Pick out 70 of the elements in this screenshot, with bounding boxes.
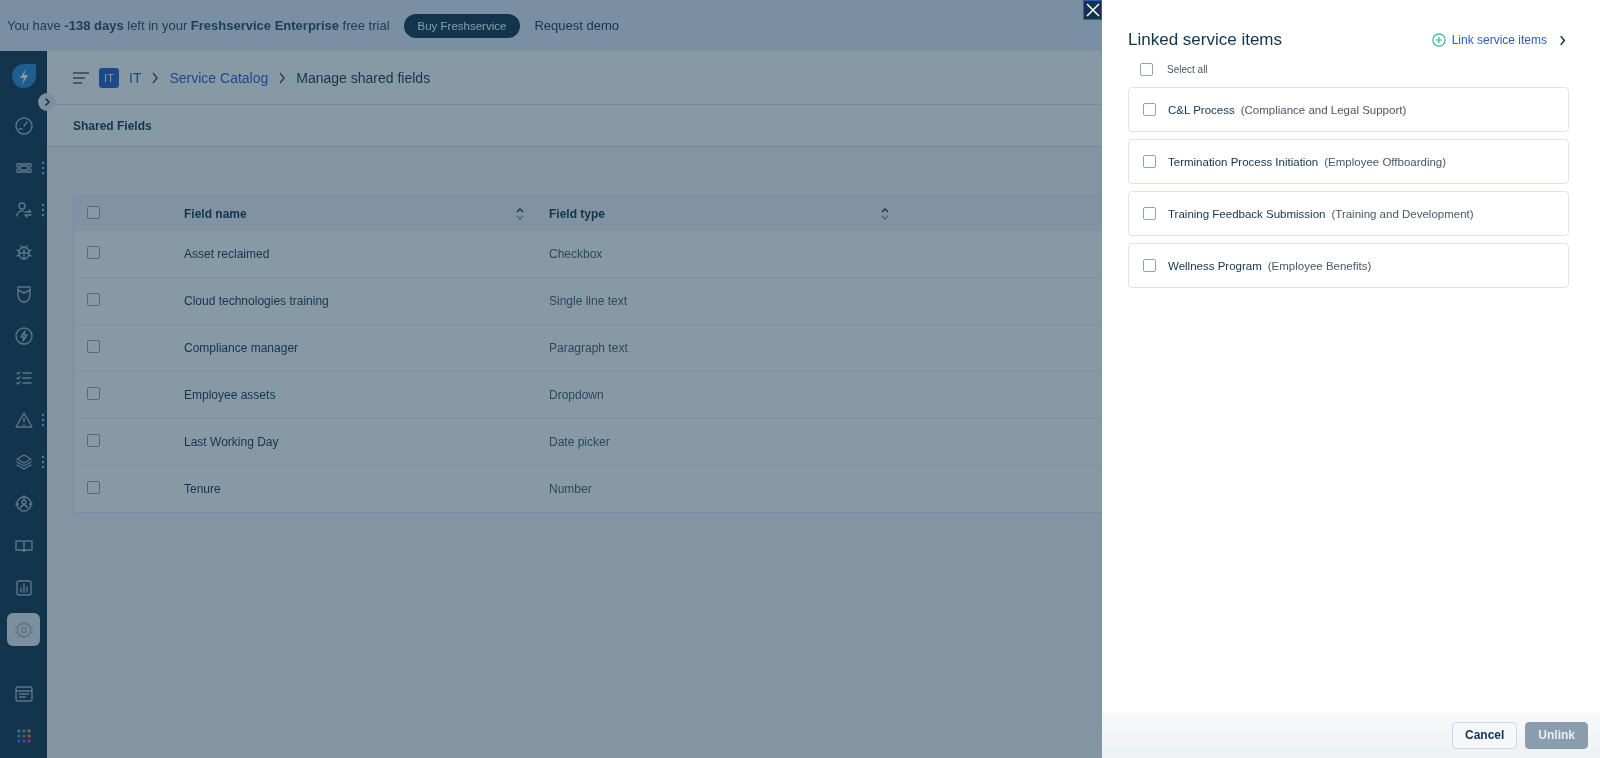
more-icon[interactable] <box>41 413 45 427</box>
service-item-category: (Employee Offboarding) <box>1324 155 1447 168</box>
expand-icon[interactable] <box>38 93 56 111</box>
nav-item[interactable] <box>7 613 40 646</box>
service-item-card[interactable]: Wellness Program (Employee Benefits) <box>1128 243 1569 288</box>
table-cell: Tenure <box>184 482 221 496</box>
bolt-icon <box>13 325 34 346</box>
apps-grid-icon[interactable] <box>15 728 32 744</box>
checkbox[interactable] <box>87 205 100 219</box>
breadcrumb-link[interactable]: Service Catalog <box>169 69 269 86</box>
service-item-category: (Training and Development) <box>1331 207 1474 220</box>
table-cell: Employee assets <box>184 388 276 402</box>
checkbox[interactable] <box>1140 63 1153 76</box>
gear-icon <box>13 619 34 640</box>
service-item-category: (Compliance and Legal Support) <box>1240 103 1407 116</box>
plus-circle-icon <box>1431 33 1446 47</box>
service-item-card[interactable]: Termination Process Initiation (Employee Offboarding) <box>1128 139 1569 184</box>
checkbox[interactable] <box>87 481 100 494</box>
table-cell: Checkbox <box>549 247 603 261</box>
cancel-button[interactable]: Cancel <box>1451 721 1518 749</box>
close-button[interactable] <box>1083 0 1102 20</box>
trial-message: You have -138 days left in your Freshservice Enterprise free trial <box>7 18 390 33</box>
table-cell: Number <box>549 482 592 496</box>
panel-title: Linked service items <box>1128 30 1282 50</box>
window-icon[interactable] <box>13 684 34 704</box>
table-cell: Last Working Day <box>184 435 279 449</box>
service-item-category: (Employee Benefits) <box>1267 259 1372 272</box>
chart-icon <box>13 577 34 598</box>
buy-button[interactable]: Buy Freshservice <box>403 13 521 38</box>
users-icon <box>13 199 34 220</box>
table-cell: Dropdown <box>549 388 604 402</box>
workspace-badge: IT <box>99 67 119 88</box>
select-all-label: Select all <box>1167 64 1208 75</box>
more-icon[interactable] <box>41 455 45 469</box>
checkbox[interactable] <box>1143 103 1156 116</box>
service-item-name: C&L Process <box>1168 103 1235 116</box>
checkbox[interactable] <box>87 387 100 400</box>
checkbox[interactable] <box>87 340 100 353</box>
section-title: Shared Fields <box>73 118 152 133</box>
dashboard-icon <box>13 115 34 136</box>
table-cell: Asset reclaimed <box>184 247 270 261</box>
checkbox[interactable] <box>87 293 100 306</box>
breadcrumb-link[interactable]: IT <box>129 69 142 86</box>
chevron-right-icon <box>278 71 287 84</box>
checkbox[interactable] <box>87 246 100 259</box>
service-item-name: Training Feedback Submission <box>1168 207 1326 220</box>
service-item-card[interactable]: Training Feedback Submission (Training and Development) <box>1128 191 1569 236</box>
request-demo-link[interactable]: Request demo <box>534 18 619 33</box>
service-item-name: Wellness Program <box>1168 259 1262 272</box>
menu-icon[interactable] <box>73 71 89 84</box>
more-icon[interactable] <box>41 161 45 175</box>
column-header[interactable]: Field name <box>184 206 247 221</box>
table-cell: Paragraph text <box>549 341 628 355</box>
table-cell: Cloud technologies training <box>184 294 329 308</box>
checkbox[interactable] <box>1143 259 1156 272</box>
chevron-right-icon <box>151 71 160 84</box>
more-icon[interactable] <box>41 203 45 217</box>
table-cell: Date picker <box>549 435 610 449</box>
link-service-items-link[interactable]: Link service items <box>1431 33 1547 47</box>
service-item-name: Termination Process Initiation <box>1168 155 1319 168</box>
service-item-card[interactable]: C&L Process (Compliance and Legal Support) <box>1128 87 1569 132</box>
logo-icon[interactable] <box>9 63 38 91</box>
column-header[interactable]: Field type <box>549 206 605 221</box>
table-cell: Single line text <box>549 294 628 308</box>
checkbox[interactable] <box>1143 207 1156 220</box>
chevron-right-icon[interactable] <box>1559 34 1566 46</box>
table-cell: Compliance manager <box>184 341 299 355</box>
checkbox[interactable] <box>1143 155 1156 168</box>
page-title: Manage shared fields <box>296 69 431 86</box>
checkbox[interactable] <box>87 434 100 447</box>
